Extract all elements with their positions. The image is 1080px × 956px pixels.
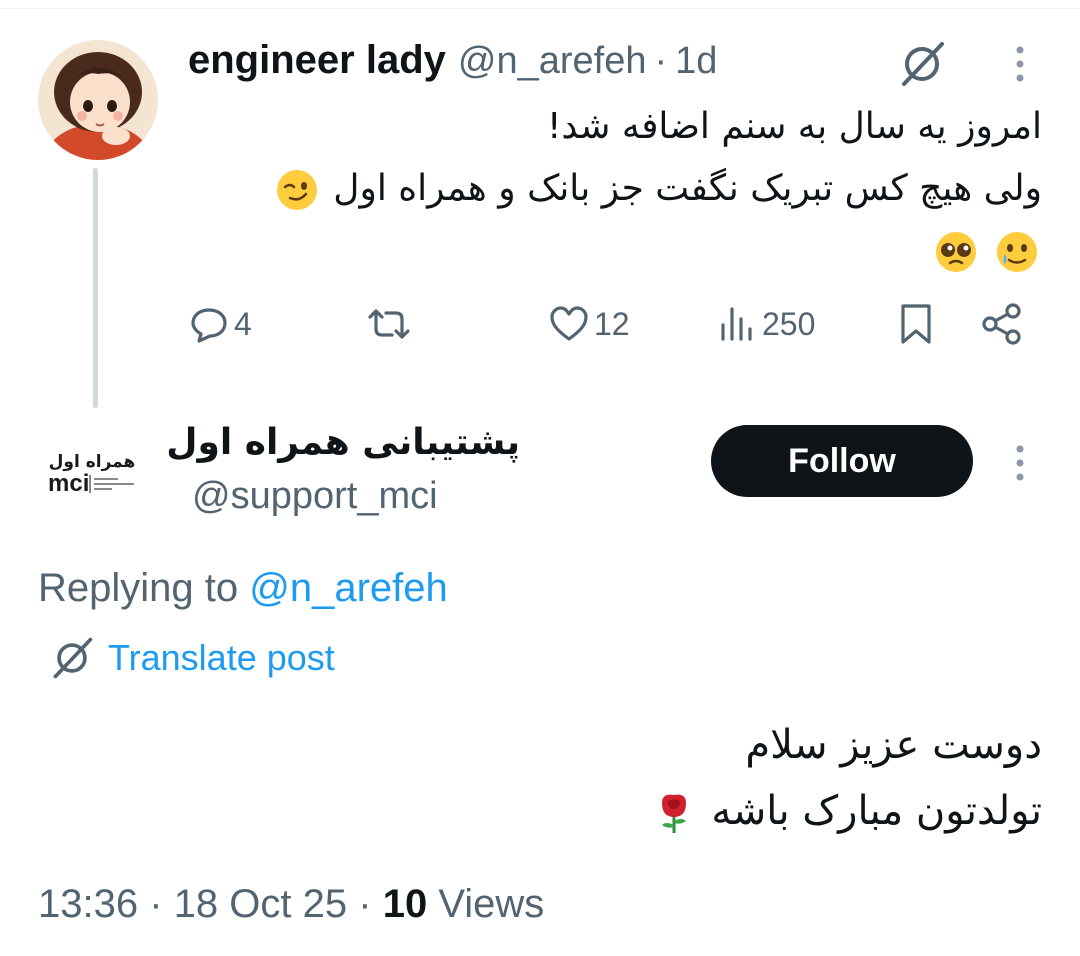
reply-text: دوست عزیز سلام تولدتون مبارک باشه bbox=[142, 712, 1042, 844]
separator-dot: · bbox=[654, 40, 668, 82]
reply-count: 4 bbox=[234, 305, 252, 342]
top-divider bbox=[0, 0, 1080, 9]
grok-translate-small-icon bbox=[53, 637, 93, 679]
reply-line-1: دوست عزیز سلام bbox=[745, 722, 1042, 768]
svg-text:همراه اول: همراه اول bbox=[49, 452, 136, 472]
replying-to-mention[interactable]: @n_arefeh bbox=[249, 566, 448, 610]
views-button[interactable]: 250 bbox=[718, 298, 815, 350]
replying-prefix: Replying to bbox=[38, 566, 239, 610]
share-button[interactable] bbox=[980, 298, 1024, 350]
tweet-line-1: امروز یه سال به سنم اضافه شد! bbox=[546, 106, 1042, 147]
reply-more-options-icon[interactable] bbox=[1008, 441, 1032, 485]
share-nodes-icon bbox=[982, 303, 1021, 345]
tweet-line-2-text: ولی هیچ کس تبریک نگفت جز بانک و همراه او… bbox=[333, 168, 1042, 209]
more-options-icon[interactable] bbox=[1008, 42, 1032, 86]
tweet-text: امروز یه سال به سنم اضافه شد! ولی هیچ کس… bbox=[202, 96, 1042, 282]
author-name[interactable]: engineer lady bbox=[188, 38, 446, 83]
repost-button[interactable] bbox=[366, 298, 412, 350]
follow-button[interactable]: Follow bbox=[711, 425, 973, 497]
tweet-line-3 bbox=[202, 220, 1042, 282]
reply-line-2: تولدتون مبارک باشه bbox=[142, 778, 1042, 844]
repost-arrows-icon bbox=[368, 309, 410, 339]
post-date[interactable]: 18 Oct 25 bbox=[174, 882, 347, 926]
author-handle[interactable]: @n_arefeh bbox=[458, 40, 647, 83]
views-count: 250 bbox=[762, 305, 816, 342]
meta-sep-2: · bbox=[358, 882, 372, 926]
post-views-label: Views bbox=[438, 882, 545, 926]
post-time[interactable]: 13:36 bbox=[38, 882, 138, 926]
thread-connector-line bbox=[93, 168, 98, 408]
grok-translate-icon[interactable] bbox=[896, 38, 948, 90]
like-button[interactable]: 12 bbox=[548, 298, 630, 350]
tweet-header: engineer lady @n_arefeh · 1d bbox=[188, 38, 717, 88]
winking-face-emoji-icon bbox=[276, 170, 317, 210]
replying-to-line: Replying to @n_arefeh bbox=[38, 566, 448, 611]
author-avatar[interactable] bbox=[38, 40, 158, 160]
meta-sep-1: · bbox=[149, 882, 163, 926]
smiling-face-with-tear-emoji-icon bbox=[997, 232, 1037, 272]
heart-icon bbox=[550, 306, 588, 341]
translate-post-link[interactable]: Translate post bbox=[48, 632, 335, 684]
post-views-count: 10 bbox=[382, 882, 428, 926]
mci-logo[interactable]: همراه اول mci bbox=[40, 447, 160, 497]
pleading-face-emoji-icon bbox=[935, 232, 976, 272]
reply-author-name[interactable]: پشتیبانی همراه اول bbox=[166, 418, 520, 468]
tweet-line-2: ولی هیچ کس تبریک نگفت جز بانک و همراه او… bbox=[202, 158, 1042, 220]
views-bar-chart-icon bbox=[721, 307, 752, 341]
cartoon-girl-avatar-image bbox=[38, 40, 158, 160]
reply-bubble-icon bbox=[191, 308, 227, 343]
svg-text:mci: mci bbox=[48, 470, 89, 497]
reply-line-2-text: تولدتون مبارک باشه bbox=[711, 788, 1042, 834]
mci-logo-image: همراه اول mci bbox=[48, 452, 136, 497]
post-metadata: 13:36 · 18 Oct 25 · 10 Views bbox=[38, 882, 544, 927]
reply-author-handle[interactable]: @support_mci bbox=[192, 475, 438, 518]
bookmark-icon bbox=[901, 304, 931, 344]
translate-post-label: Translate post bbox=[108, 637, 335, 678]
bookmark-button[interactable] bbox=[898, 298, 934, 350]
tweet-time[interactable]: 1d bbox=[675, 40, 717, 83]
tweet-action-bar: 4 12 250 bbox=[188, 298, 1030, 350]
like-count: 12 bbox=[594, 305, 630, 342]
rose-emoji-icon bbox=[661, 794, 686, 833]
reply-button[interactable]: 4 bbox=[188, 298, 252, 350]
